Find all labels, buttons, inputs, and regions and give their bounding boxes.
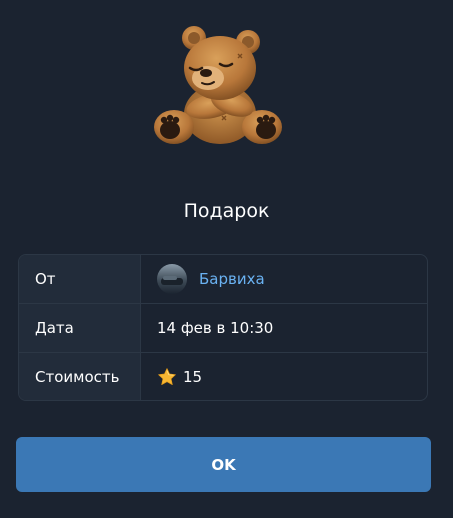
ok-button[interactable]: OK — [16, 437, 431, 492]
star-icon — [157, 367, 177, 387]
table-row-cost: Стоимость 15 — [19, 353, 427, 400]
date-label: Дата — [19, 304, 141, 352]
sender-link[interactable]: Барвиха — [199, 270, 265, 288]
table-row-date: Дата 14 фев в 10:30 — [19, 304, 427, 353]
cost-value-cell: 15 — [141, 353, 427, 400]
from-label: От — [19, 255, 141, 303]
dialog-title: Подарок — [183, 200, 270, 222]
table-row-from: От Барвиха — [19, 255, 427, 304]
avatar[interactable] — [157, 264, 187, 294]
cost-value: 15 — [183, 367, 203, 386]
cost-label: Стоимость — [19, 353, 141, 400]
gift-info-table: От Барвиха Дата 14 фев в 10:30 Стоимость… — [18, 254, 428, 401]
from-value[interactable]: Барвиха — [141, 255, 427, 303]
teddy-bear-icon — [150, 24, 282, 152]
date-value: 14 фев в 10:30 — [157, 319, 274, 337]
